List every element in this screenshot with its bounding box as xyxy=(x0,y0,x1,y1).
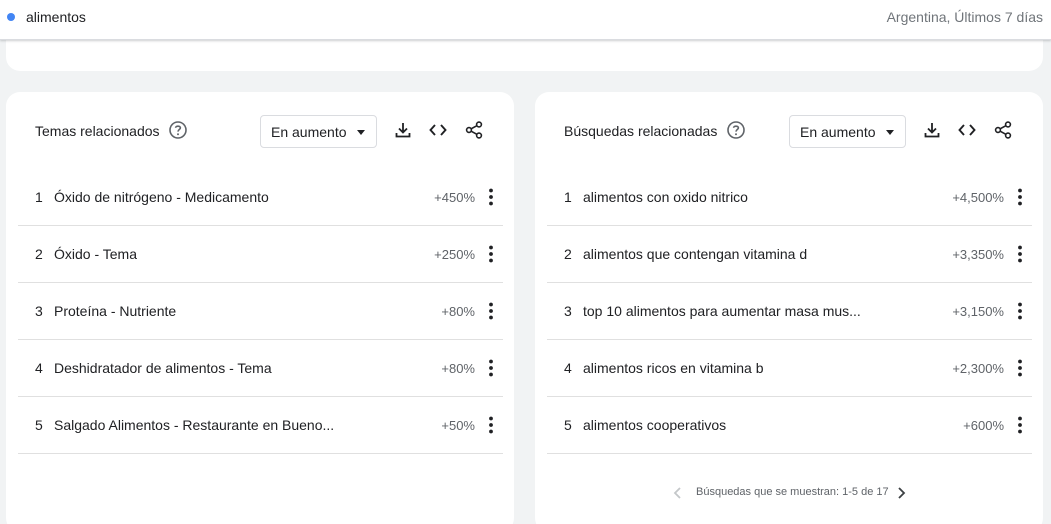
list-item[interactable]: 3 top 10 alimentos para aumentar masa mu… xyxy=(547,283,1032,340)
download-icon[interactable] xyxy=(393,120,413,140)
related-queries-list: 1 alimentos con oxido nitrico +4,500% 2 … xyxy=(547,169,1032,454)
list-item[interactable]: 4 Deshidratador de alimentos - Tema +80% xyxy=(18,340,503,397)
row-value: +3,350% xyxy=(952,247,1004,262)
row-value: +80% xyxy=(441,304,475,319)
row-value: +2,300% xyxy=(952,361,1004,376)
row-value: +80% xyxy=(441,361,475,376)
region-period-label: Argentina, Últimos 7 días xyxy=(886,9,1043,25)
row-text[interactable]: Proteína - Nutriente xyxy=(54,303,176,319)
row-rank: 3 xyxy=(564,303,572,319)
row-value: +250% xyxy=(434,247,475,262)
embed-code-icon[interactable] xyxy=(428,120,448,140)
help-icon[interactable] xyxy=(168,120,188,140)
chevron-right-icon[interactable] xyxy=(892,484,910,502)
more-vert-icon[interactable] xyxy=(1012,358,1028,378)
row-value: +3,150% xyxy=(952,304,1004,319)
more-vert-icon[interactable] xyxy=(483,358,499,378)
more-vert-icon[interactable] xyxy=(483,415,499,435)
term-color-dot xyxy=(7,13,15,21)
row-rank: 5 xyxy=(564,417,572,433)
row-rank: 4 xyxy=(564,360,572,376)
filter-dropdown-label: En aumento xyxy=(271,124,347,140)
row-value: +4,500% xyxy=(952,190,1004,205)
more-vert-icon[interactable] xyxy=(483,187,499,207)
pagination: Búsquedas que se muestran: 1-5 de 17 xyxy=(535,484,1043,504)
share-icon[interactable] xyxy=(464,120,484,140)
pagination-label: Búsquedas que se muestran: 1-5 de 17 xyxy=(696,486,889,498)
more-vert-icon[interactable] xyxy=(1012,187,1028,207)
more-vert-icon[interactable] xyxy=(483,301,499,321)
row-value: +50% xyxy=(441,418,475,433)
comparison-header: alimentos Argentina, Últimos 7 días xyxy=(0,0,1051,40)
row-value: +600% xyxy=(963,418,1004,433)
related-topics-card: Temas relacionados En aumento 1 Óxido de… xyxy=(6,92,514,524)
download-icon[interactable] xyxy=(922,120,942,140)
list-item[interactable]: 4 alimentos ricos en vitamina b +2,300% xyxy=(547,340,1032,397)
row-text[interactable]: alimentos que contengan vitamina d xyxy=(583,246,807,262)
row-text[interactable]: Óxido de nitrógeno - Medicamento xyxy=(54,189,269,205)
row-value: +450% xyxy=(434,190,475,205)
card-title: Búsquedas relacionadas xyxy=(564,123,718,139)
more-vert-icon[interactable] xyxy=(483,244,499,264)
more-vert-icon[interactable] xyxy=(1012,301,1028,321)
row-text[interactable]: Salgado Alimentos - Restaurante en Bueno… xyxy=(54,417,334,433)
share-icon[interactable] xyxy=(993,120,1013,140)
row-rank: 5 xyxy=(35,417,43,433)
row-rank: 4 xyxy=(35,360,43,376)
chevron-left-icon[interactable] xyxy=(669,484,687,502)
list-item[interactable]: 2 alimentos que contengan vitamina d +3,… xyxy=(547,226,1032,283)
list-item[interactable]: 1 alimentos con oxido nitrico +4,500% xyxy=(547,169,1032,226)
search-term-label: alimentos xyxy=(26,9,86,25)
row-text[interactable]: top 10 alimentos para aumentar masa mus.… xyxy=(583,303,861,319)
more-vert-icon[interactable] xyxy=(1012,415,1028,435)
row-rank: 2 xyxy=(564,246,572,262)
row-text[interactable]: alimentos cooperativos xyxy=(583,417,726,433)
list-item[interactable]: 5 Salgado Alimentos - Restaurante en Bue… xyxy=(18,397,503,454)
card-title: Temas relacionados xyxy=(35,123,160,139)
list-item[interactable]: 5 alimentos cooperativos +600% xyxy=(547,397,1032,454)
row-text[interactable]: alimentos con oxido nitrico xyxy=(583,189,748,205)
caret-down-icon xyxy=(357,130,365,135)
row-text[interactable]: Óxido - Tema xyxy=(54,246,137,262)
list-item[interactable]: 1 Óxido de nitrógeno - Medicamento +450% xyxy=(18,169,503,226)
row-text[interactable]: Deshidratador de alimentos - Tema xyxy=(54,360,272,376)
row-rank: 3 xyxy=(35,303,43,319)
filter-dropdown[interactable]: En aumento xyxy=(789,115,906,148)
row-rank: 1 xyxy=(35,189,43,205)
filter-dropdown-label: En aumento xyxy=(800,124,876,140)
embed-code-icon[interactable] xyxy=(957,120,977,140)
caret-down-icon xyxy=(886,130,894,135)
row-rank: 2 xyxy=(35,246,43,262)
help-icon[interactable] xyxy=(726,120,746,140)
related-queries-card: Búsquedas relacionadas En aumento 1 alim… xyxy=(535,92,1043,524)
more-vert-icon[interactable] xyxy=(1012,244,1028,264)
list-item[interactable]: 3 Proteína - Nutriente +80% xyxy=(18,283,503,340)
row-rank: 1 xyxy=(564,189,572,205)
row-text[interactable]: alimentos ricos en vitamina b xyxy=(583,360,764,376)
related-topics-list: 1 Óxido de nitrógeno - Medicamento +450%… xyxy=(18,169,503,454)
list-item[interactable]: 2 Óxido - Tema +250% xyxy=(18,226,503,283)
filter-dropdown[interactable]: En aumento xyxy=(260,115,377,148)
